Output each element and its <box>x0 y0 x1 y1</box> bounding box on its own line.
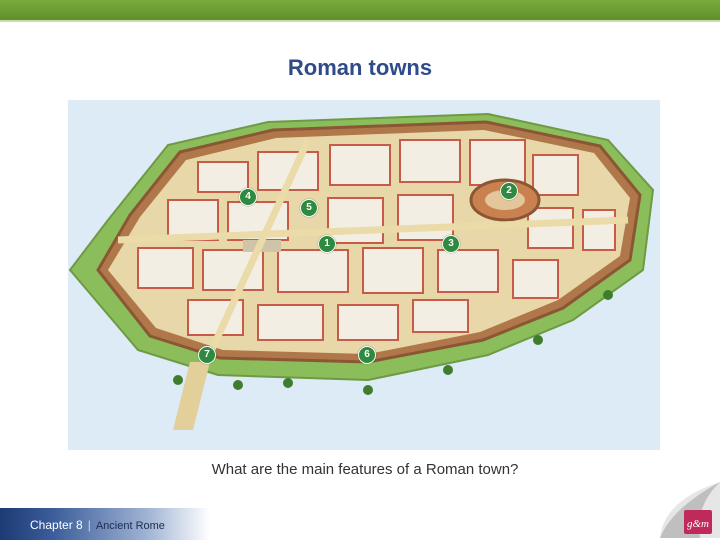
outside-road <box>173 362 210 430</box>
map-marker-6: 6 <box>358 346 376 364</box>
footer-chapter: Chapter 8 <box>30 518 83 532</box>
footer-subject: Ancient Rome <box>95 520 165 532</box>
top-accent-bar <box>0 0 720 20</box>
publisher-logo-text: g&m <box>687 518 709 530</box>
top-accent-line <box>0 20 720 22</box>
footer-caption: Chapter 8 | Ancient Rome <box>30 518 165 532</box>
map-marker-7: 7 <box>198 346 216 364</box>
footer-separator: | <box>87 518 91 532</box>
page-curl-logo: g&m <box>660 482 720 538</box>
map-marker-1: 1 <box>318 235 336 253</box>
map-marker-5: 5 <box>300 199 318 217</box>
roman-town-illustration: 2 4 5 1 3 7 6 <box>68 100 660 450</box>
map-marker-2: 2 <box>500 182 518 200</box>
town-map-drawing <box>68 112 655 430</box>
map-marker-3: 3 <box>442 235 460 253</box>
slide-question: What are the main features of a Roman to… <box>211 461 519 478</box>
map-marker-4: 4 <box>239 188 257 206</box>
slide-title: Roman towns <box>287 55 433 80</box>
